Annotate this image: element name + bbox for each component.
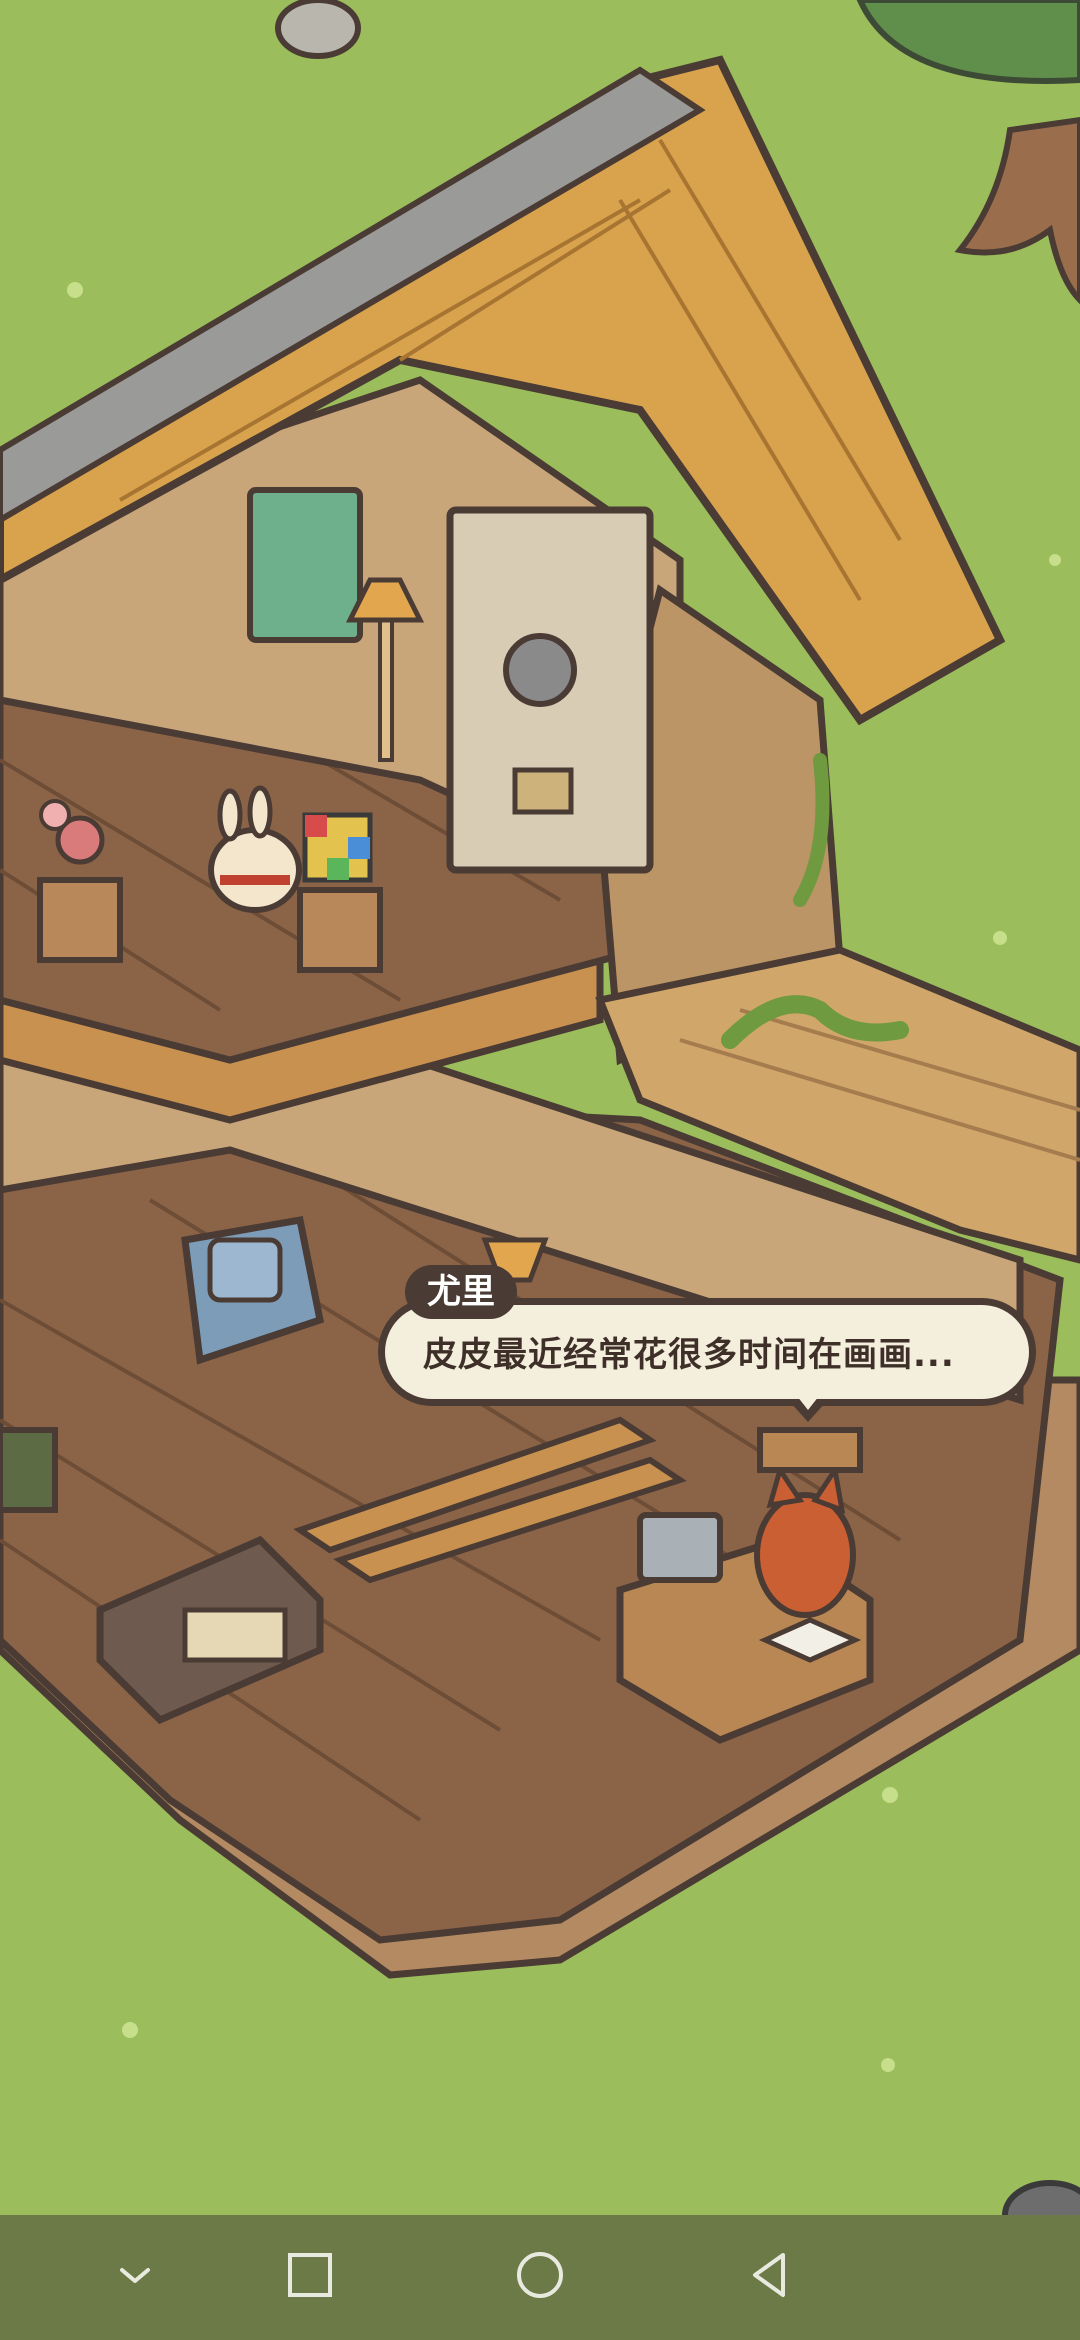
system-navigation-bar (0, 2215, 1080, 2340)
triangle-back-icon (753, 2253, 785, 2297)
square-recents-icon (288, 2253, 332, 2297)
rock (275, 0, 361, 59)
nav-home-button[interactable] (480, 2215, 600, 2340)
chevron-down-icon (120, 2268, 150, 2283)
nav-recents-button[interactable] (250, 2215, 370, 2340)
circle-home-icon (517, 2252, 563, 2298)
nav-back-button[interactable] (710, 2215, 830, 2340)
nav-hide-button[interactable] (75, 2215, 195, 2340)
speaker-name-tag: 尤里 (405, 1265, 517, 1319)
dialog-text: 皮皮最近经常花很多时间在画画... (423, 1335, 955, 1375)
game-scene[interactable] (0, 0, 1080, 2215)
dialog-bubble-tail-inner (797, 1396, 819, 1410)
